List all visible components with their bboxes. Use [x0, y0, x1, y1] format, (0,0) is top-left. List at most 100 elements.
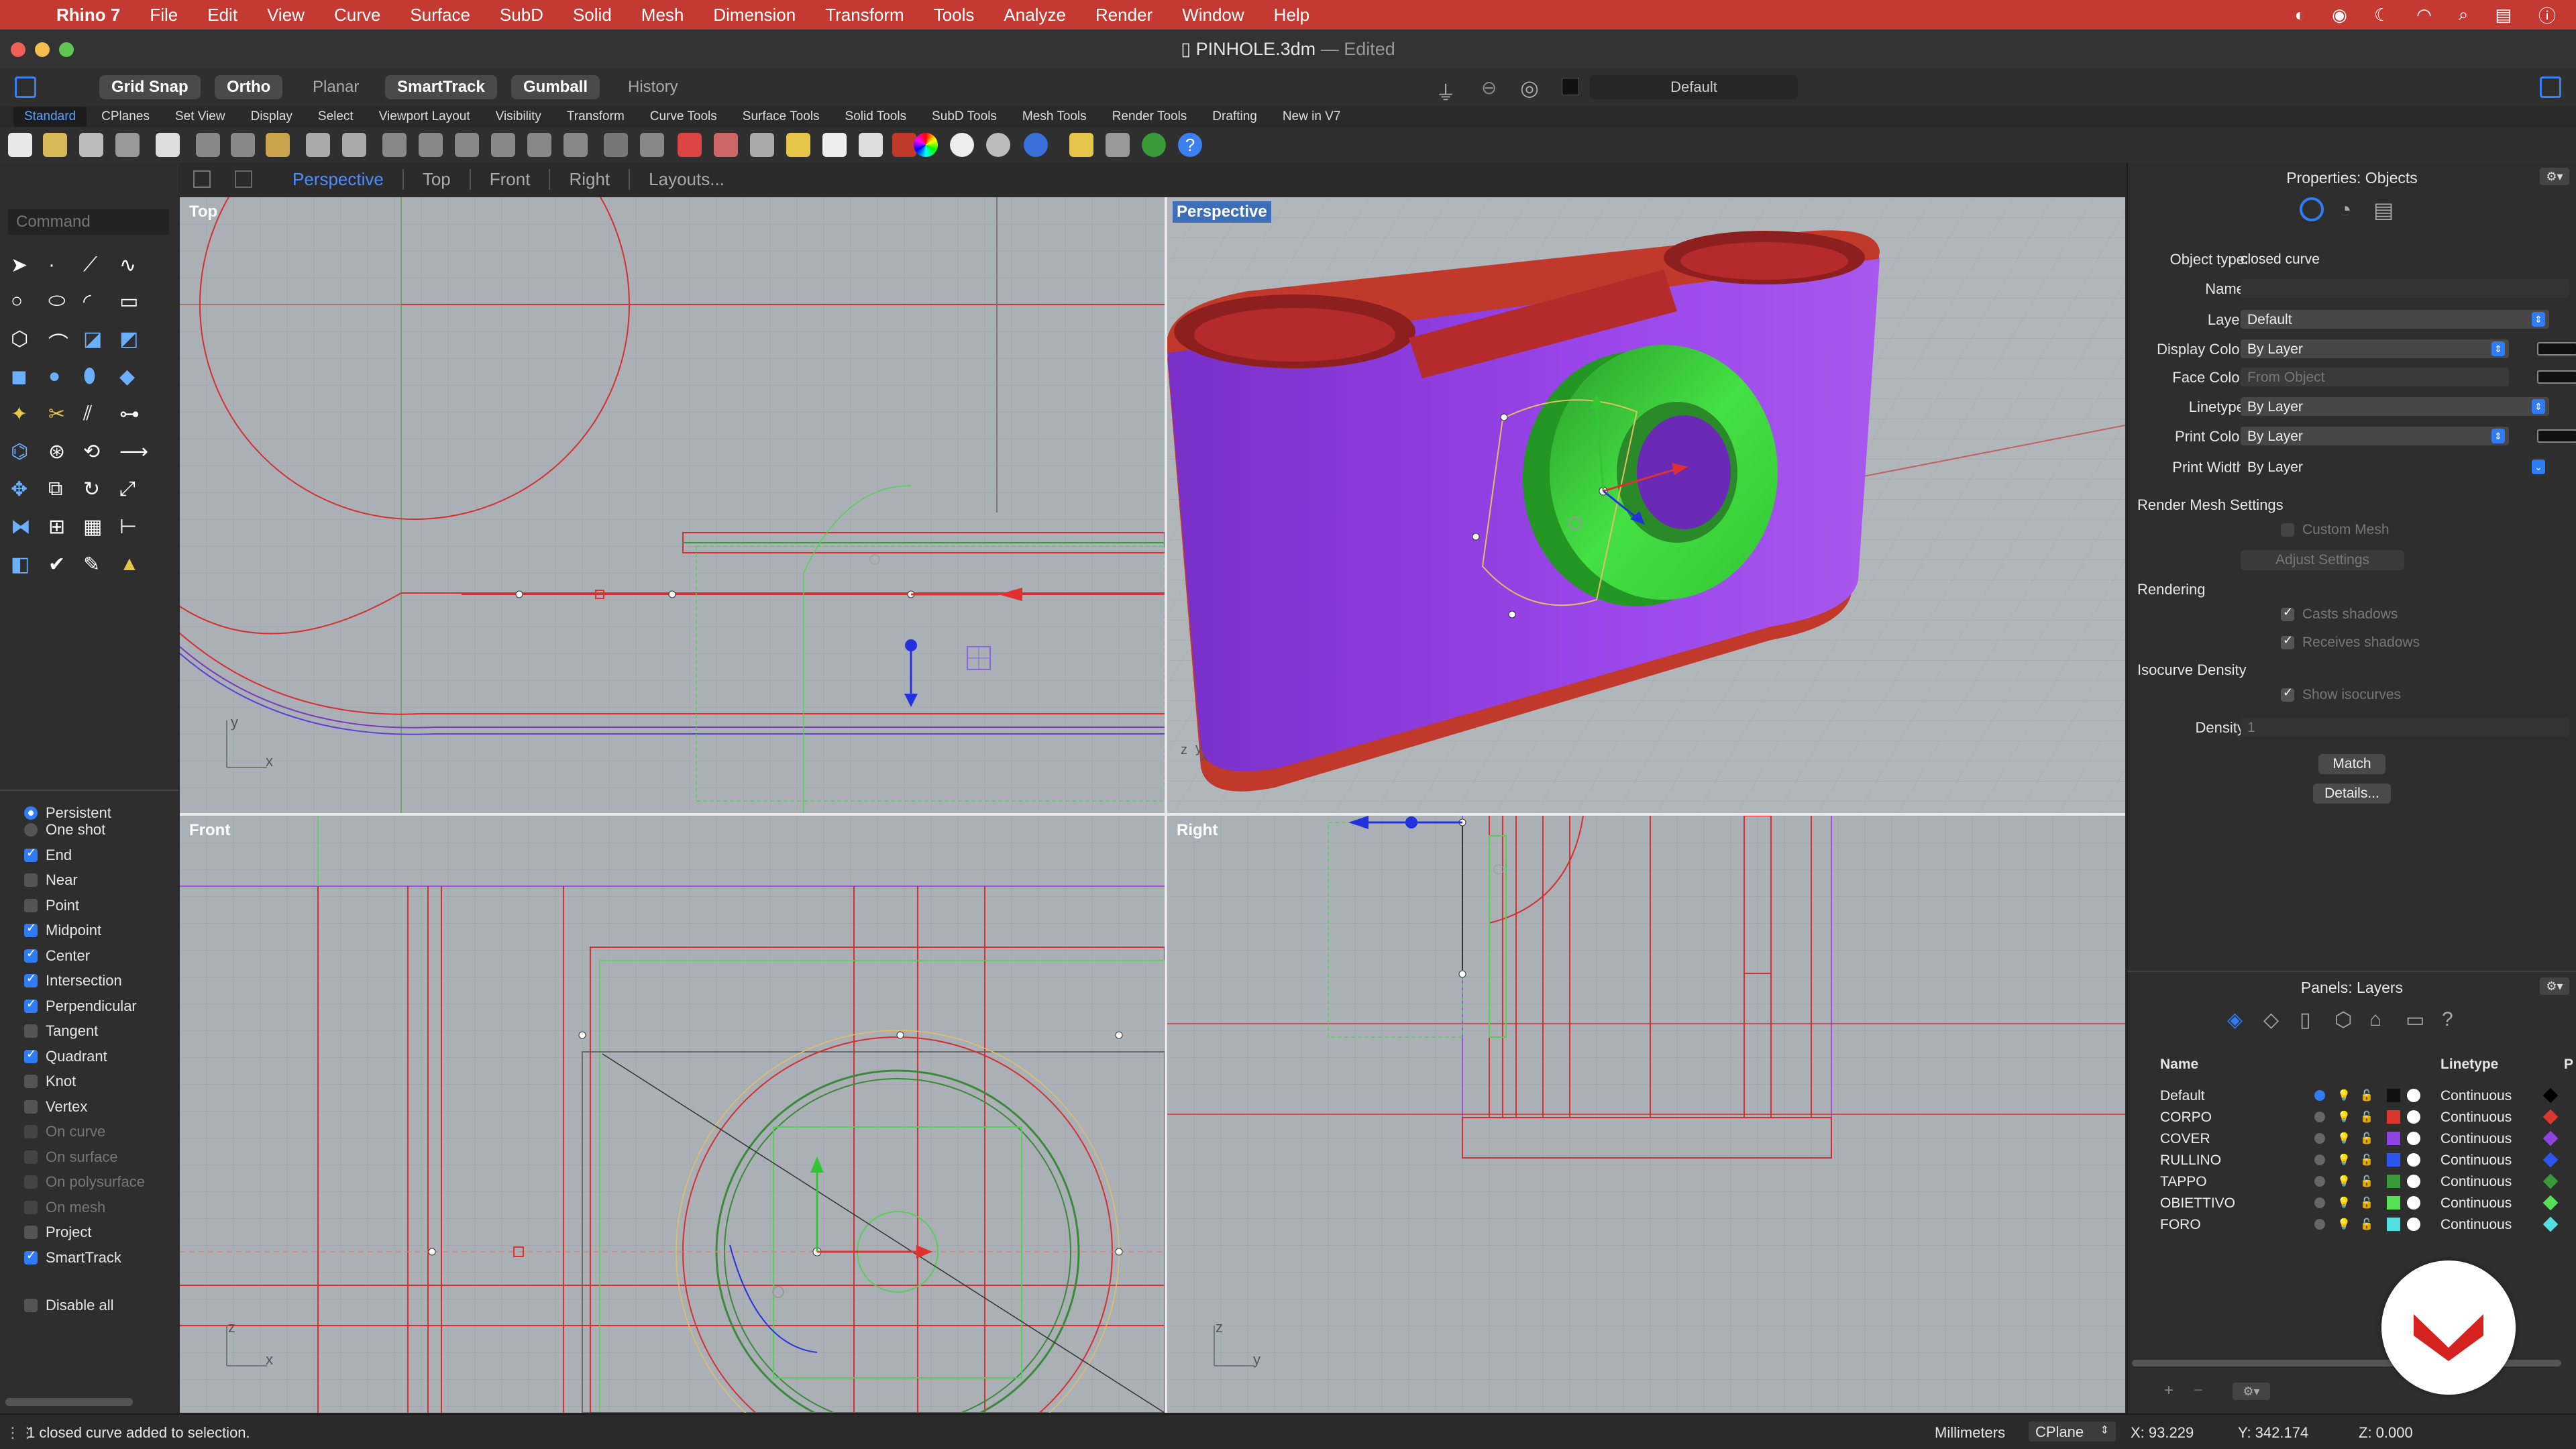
- viewport-front[interactable]: z x Front: [180, 816, 1165, 1413]
- viewport-tab-right[interactable]: Right: [550, 168, 631, 190]
- extend-icon[interactable]: ⟶: [119, 440, 148, 467]
- planar-toggle[interactable]: Planar: [301, 75, 371, 99]
- rotate-view-icon[interactable]: [382, 133, 407, 157]
- named-view-icon[interactable]: [678, 133, 702, 157]
- osnap-intersection[interactable]: Intersection: [24, 969, 178, 994]
- rotate-icon[interactable]: ↻: [83, 478, 110, 504]
- texture-properties-icon[interactable]: ▤: [2373, 197, 2394, 223]
- control-center-icon[interactable]: ▤: [2495, 5, 2512, 25]
- moon-icon[interactable]: ☾: [2374, 5, 2390, 25]
- viewport-splitter-horizontal[interactable]: [180, 813, 2125, 816]
- osnap-scrollbar[interactable]: [5, 1398, 133, 1406]
- tab-surface-tools[interactable]: Surface Tools: [732, 107, 830, 127]
- tab-viewport-layout[interactable]: Viewport Layout: [368, 107, 481, 127]
- osnap-vertex[interactable]: Vertex: [24, 1094, 178, 1120]
- extrude-icon[interactable]: ◩: [119, 327, 146, 354]
- paint-icon[interactable]: ✎: [83, 553, 110, 580]
- layer-row[interactable]: OBIETTIVO 💡 🔓 Continuous: [2128, 1192, 2576, 1214]
- print-color-select[interactable]: By Layer ⇕: [2241, 427, 2509, 445]
- tab-mesh-tools[interactable]: Mesh Tools: [1012, 107, 1097, 127]
- osnap-project[interactable]: Project: [24, 1220, 178, 1246]
- tab-solid-tools[interactable]: Solid Tools: [835, 107, 918, 127]
- tab-new-in-v7[interactable]: New in V7: [1272, 107, 1352, 127]
- tab-curve-tools[interactable]: Curve Tools: [639, 107, 728, 127]
- viewport-tab-front[interactable]: Front: [471, 168, 551, 190]
- menu-window[interactable]: Window: [1182, 5, 1244, 25]
- grasshopper-icon[interactable]: [1142, 133, 1166, 157]
- help-panel-icon[interactable]: ?: [2442, 1008, 2453, 1031]
- menu-solid[interactable]: Solid: [573, 5, 612, 25]
- layer-options-icon[interactable]: ⚙▾: [2233, 1383, 2270, 1400]
- single-view-icon[interactable]: [235, 170, 252, 188]
- print-color-swatch[interactable]: [2537, 429, 2576, 443]
- layer-material[interactable]: [2407, 1110, 2420, 1124]
- tab-transform[interactable]: Transform: [556, 107, 635, 127]
- help-icon[interactable]: ?: [1178, 133, 1202, 157]
- ellipse-icon[interactable]: ⬭: [48, 290, 75, 317]
- print-color-diamond[interactable]: [2542, 1152, 2559, 1168]
- viewport-splitter-vertical[interactable]: [1165, 197, 1167, 1413]
- curve-icon[interactable]: ∿: [119, 254, 146, 280]
- control-point[interactable]: [896, 1031, 904, 1039]
- viewport-right[interactable]: z y Right: [1167, 816, 2125, 1413]
- viewport-tab-layouts[interactable]: Layouts...: [630, 169, 743, 190]
- layers-col-name[interactable]: Name: [2160, 1057, 2198, 1073]
- face-color-swatch[interactable]: [2537, 370, 2576, 384]
- polyline-icon[interactable]: ⟋: [83, 254, 110, 280]
- layer-row[interactable]: RULLINO 💡 🔓 Continuous: [2128, 1149, 2576, 1171]
- layer-select[interactable]: Default ⇕: [2241, 310, 2549, 329]
- current-layer-indicator[interactable]: [2314, 1090, 2325, 1101]
- layer-material[interactable]: [2407, 1196, 2420, 1210]
- menu-file[interactable]: File: [150, 5, 178, 25]
- layer-icon[interactable]: [892, 133, 916, 157]
- control-point[interactable]: [428, 1248, 436, 1256]
- osnap-midpoint[interactable]: Midpoint: [24, 918, 178, 944]
- layers-col-p[interactable]: P: [2564, 1057, 2573, 1073]
- layer-row[interactable]: Default 💡 🔓 Continuous: [2128, 1085, 2576, 1106]
- mirror-icon[interactable]: ⧓: [11, 515, 38, 542]
- tab-standard[interactable]: Standard: [13, 107, 87, 127]
- object-properties-icon[interactable]: [2300, 197, 2324, 221]
- casts-shadows-checkbox[interactable]: Casts shadows: [2281, 605, 2398, 623]
- tab-select[interactable]: Select: [307, 107, 364, 127]
- osnap-disable-all[interactable]: Disable all: [24, 1293, 178, 1319]
- face-color-select[interactable]: From Object: [2241, 368, 2509, 386]
- rectangle-icon[interactable]: ▭: [119, 290, 146, 317]
- add-layer-icon[interactable]: +: [2164, 1381, 2174, 1400]
- cplane-icon[interactable]: [640, 133, 664, 157]
- gumball-y-handle[interactable]: [905, 639, 917, 651]
- lock-icon[interactable]: 🔓: [2360, 1089, 2373, 1102]
- layer-row[interactable]: TAPPO 💡 🔓 Continuous: [2128, 1171, 2576, 1192]
- tab-display[interactable]: Display: [240, 107, 303, 127]
- fillet-curve-icon[interactable]: ⌒: [48, 327, 75, 356]
- menu-analyze[interactable]: Analyze: [1004, 5, 1066, 25]
- osnap-icon[interactable]: ⊖: [1481, 76, 1497, 99]
- zoom-dynamic-icon[interactable]: [455, 133, 479, 157]
- bulb-icon[interactable]: 💡: [2337, 1132, 2351, 1145]
- menu-view[interactable]: View: [267, 5, 305, 25]
- paste-icon[interactable]: [266, 133, 290, 157]
- current-layer-indicator[interactable]: [2314, 1219, 2325, 1230]
- lock-icon[interactable]: 🔓: [2360, 1175, 2373, 1188]
- bulb-icon[interactable]: 💡: [2337, 1089, 2351, 1102]
- select-icon[interactable]: [750, 133, 774, 157]
- explode-icon[interactable]: ⊛: [48, 440, 75, 467]
- sidebar-toggle-icon[interactable]: [15, 76, 36, 98]
- move-icon[interactable]: ✥: [11, 478, 38, 504]
- osnap-on-polysurface[interactable]: On polysurface: [24, 1170, 178, 1195]
- layer-material[interactable]: [2407, 1089, 2420, 1102]
- current-layer-color[interactable]: [1562, 78, 1579, 95]
- menu-curve[interactable]: Curve: [334, 5, 380, 25]
- import-icon[interactable]: [156, 133, 180, 157]
- info-icon[interactable]: ⓘ: [2538, 3, 2556, 28]
- analyze-icon[interactable]: ◧: [11, 553, 38, 580]
- custom-mesh-checkbox[interactable]: Custom Mesh: [2281, 522, 2390, 538]
- lock-icon[interactable]: 🔓: [2360, 1110, 2373, 1124]
- pan-icon[interactable]: [342, 133, 366, 157]
- zoom-window-icon[interactable]: [419, 133, 443, 157]
- linetype-select[interactable]: By Layer ⇕: [2241, 397, 2549, 416]
- layer-row[interactable]: COVER 💡 🔓 Continuous: [2128, 1128, 2576, 1149]
- viewport-title-perspective[interactable]: Perspective: [1173, 201, 1271, 223]
- menu-tools[interactable]: Tools: [934, 5, 975, 25]
- dimension-tool-icon[interactable]: ⊢: [119, 515, 146, 542]
